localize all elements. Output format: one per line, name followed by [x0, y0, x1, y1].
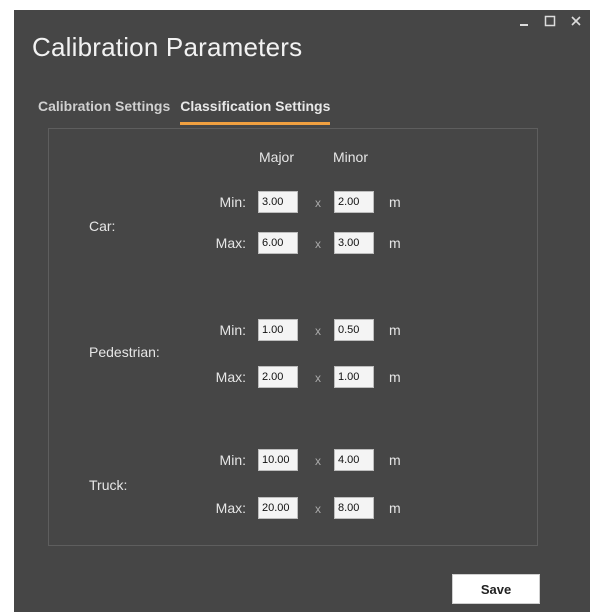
pedestrian-max-major-input[interactable]: [258, 366, 298, 388]
car-max-minor-input[interactable]: [334, 232, 374, 254]
pedestrian-min-major-input[interactable]: [258, 319, 298, 341]
window-title: Calibration Parameters: [32, 32, 303, 62]
save-button[interactable]: Save: [452, 574, 540, 604]
truck-max-major-input[interactable]: [258, 497, 298, 519]
car-max-major-input[interactable]: [258, 232, 298, 254]
tab-calibration-settings[interactable]: Calibration Settings: [38, 98, 170, 125]
truck-max-label: Max:: [215, 500, 246, 516]
pedestrian-label: Pedestrian:: [89, 344, 160, 360]
car-label: Car:: [89, 218, 116, 234]
major-header: Major: [259, 149, 295, 165]
times-symbol: x: [315, 237, 321, 251]
unit-label: m: [389, 235, 401, 251]
pedestrian-min-minor-input[interactable]: [334, 319, 374, 341]
unit-label: m: [389, 452, 401, 468]
pedestrian-max-label: Max:: [215, 369, 246, 385]
maximize-icon[interactable]: [544, 14, 556, 28]
truck-min-minor-input[interactable]: [334, 449, 374, 471]
car-min-major-input[interactable]: [258, 191, 298, 213]
truck-min-major-input[interactable]: [258, 449, 298, 471]
truck-max-minor-input[interactable]: [334, 497, 374, 519]
unit-label: m: [389, 194, 401, 210]
car-max-label: Max:: [215, 235, 246, 251]
car-min-minor-input[interactable]: [334, 191, 374, 213]
pedestrian-max-minor-input[interactable]: [334, 366, 374, 388]
classification-panel: Major Minor Car: Min: x m Max: x m Pedes…: [48, 128, 538, 546]
tab-bar: Calibration Settings Classification Sett…: [38, 98, 340, 125]
unit-label: m: [389, 322, 401, 338]
unit-label: m: [389, 369, 401, 385]
window-controls: [518, 14, 582, 28]
close-icon[interactable]: [570, 14, 582, 28]
minor-header: Minor: [333, 149, 369, 165]
tab-classification-settings[interactable]: Classification Settings: [180, 98, 331, 125]
times-symbol: x: [315, 371, 321, 385]
times-symbol: x: [315, 454, 321, 468]
truck-min-label: Min:: [219, 452, 246, 468]
pedestrian-min-label: Min:: [219, 322, 246, 338]
calibration-window: Calibration Parameters Calibration Setti…: [14, 10, 590, 612]
car-min-label: Min:: [219, 194, 246, 210]
truck-label: Truck:: [89, 477, 128, 493]
times-symbol: x: [315, 196, 321, 210]
times-symbol: x: [315, 324, 321, 338]
unit-label: m: [389, 500, 401, 516]
times-symbol: x: [315, 502, 321, 516]
minimize-icon[interactable]: [518, 14, 530, 28]
